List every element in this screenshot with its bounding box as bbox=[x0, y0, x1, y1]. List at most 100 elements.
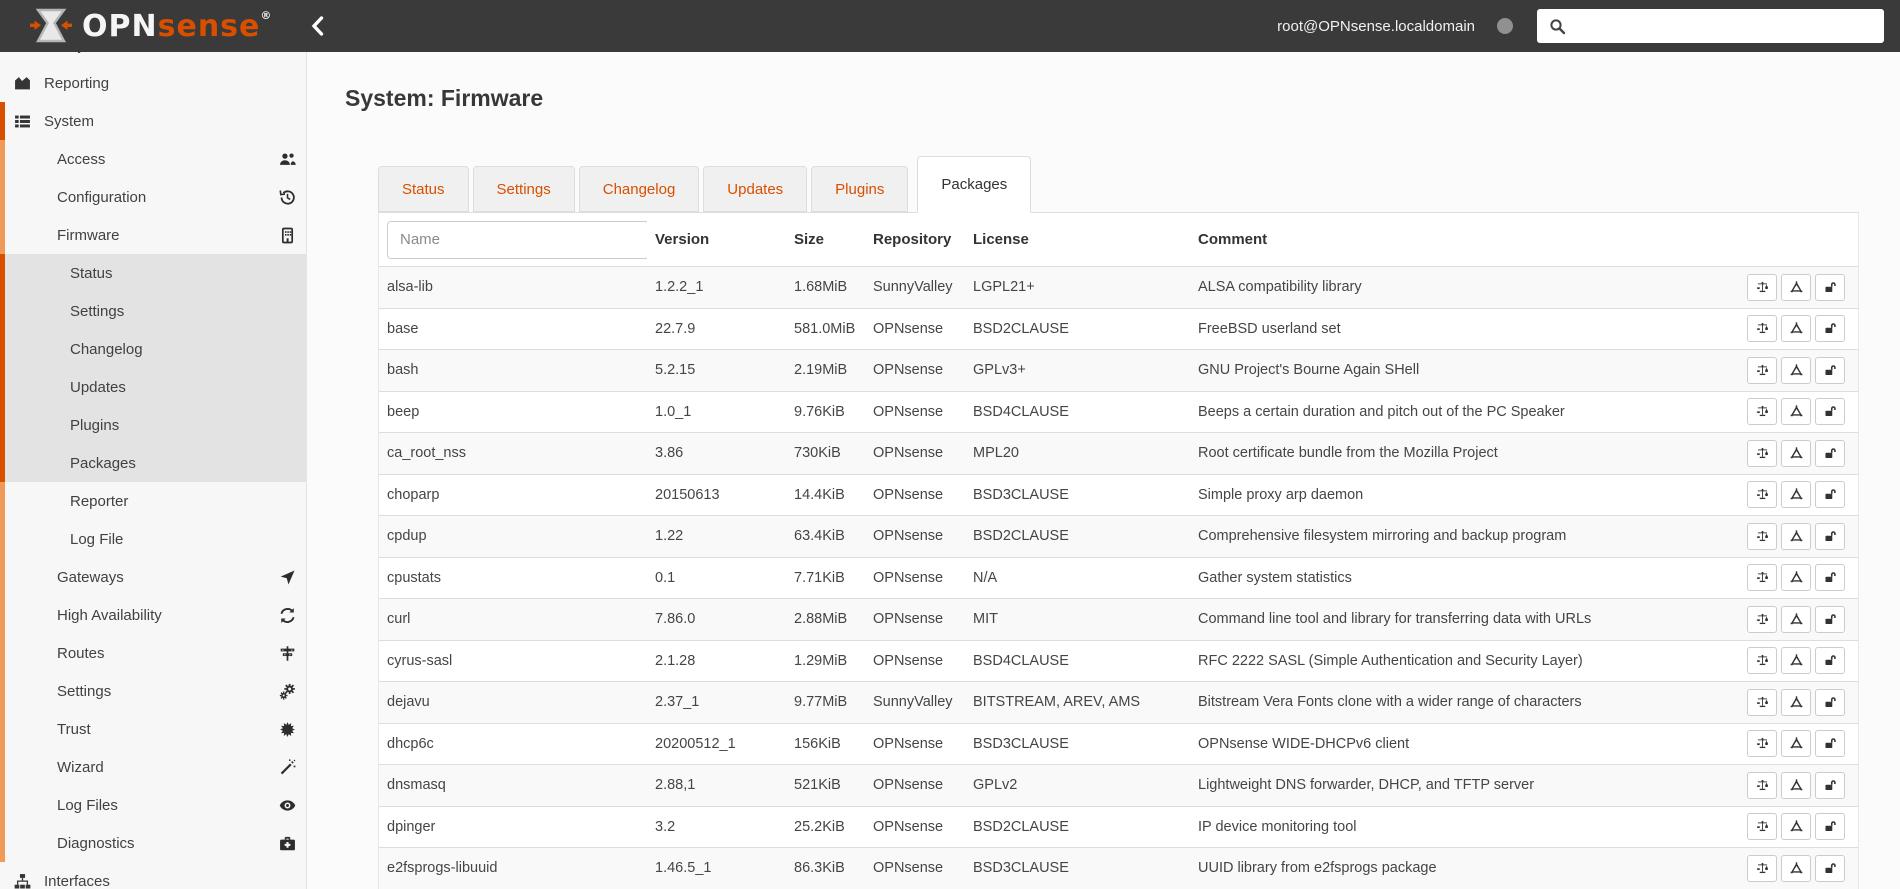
sidebar-collapse-chevron-icon[interactable] bbox=[310, 16, 324, 36]
license-button[interactable] bbox=[1747, 771, 1777, 799]
sidebar-item-settings[interactable]: Settings bbox=[0, 292, 306, 330]
lock-button[interactable] bbox=[1815, 356, 1845, 384]
license-button[interactable] bbox=[1747, 813, 1777, 841]
license-button[interactable] bbox=[1747, 315, 1777, 343]
cell-name: base bbox=[387, 320, 419, 337]
opnsense-logo[interactable]: OPNsense® bbox=[30, 8, 272, 44]
lock-button[interactable] bbox=[1815, 315, 1845, 343]
lock-button[interactable] bbox=[1815, 647, 1845, 675]
sidebar-item-configuration[interactable]: Configuration bbox=[0, 178, 306, 216]
reinstall-button[interactable] bbox=[1781, 439, 1811, 467]
reinstall-button[interactable] bbox=[1781, 854, 1811, 882]
lock-button[interactable] bbox=[1815, 439, 1845, 467]
reinstall-button[interactable] bbox=[1781, 273, 1811, 301]
license-button[interactable] bbox=[1747, 605, 1777, 633]
sidebar-item-diagnostics[interactable]: Diagnostics bbox=[0, 824, 306, 862]
lock-button[interactable] bbox=[1815, 813, 1845, 841]
lock-button[interactable] bbox=[1815, 398, 1845, 426]
tab-plugins[interactable]: Plugins bbox=[811, 166, 909, 212]
cell-repository: OPNsense bbox=[873, 569, 944, 586]
top-navbar: OPNsense® root@OPNsense.localdomain bbox=[0, 0, 1900, 52]
sidebar-item-log-files[interactable]: Log Files bbox=[0, 786, 306, 824]
sidebar-item-status[interactable]: Status bbox=[0, 254, 306, 292]
license-button[interactable] bbox=[1747, 398, 1777, 426]
tab-settings[interactable]: Settings bbox=[472, 166, 575, 212]
global-search-input[interactable] bbox=[1576, 9, 1884, 43]
certificate-icon bbox=[279, 721, 296, 738]
license-button[interactable] bbox=[1747, 854, 1777, 882]
logged-in-user[interactable]: root@OPNsense.localdomain bbox=[1277, 18, 1475, 35]
table-row: e2fsprogs-libuuid 1.46.5_1 86.3KiB OPNsense… bbox=[379, 847, 1858, 889]
license-button[interactable] bbox=[1747, 481, 1777, 509]
sidebar-item-lobby[interactable]: Lobby bbox=[0, 52, 306, 64]
cell-comment: Command line tool and library for transf… bbox=[1198, 611, 1592, 628]
recycle-icon bbox=[1790, 322, 1803, 335]
status-dot bbox=[1497, 18, 1513, 34]
license-button[interactable] bbox=[1747, 273, 1777, 301]
sidebar-item-updates[interactable]: Updates bbox=[0, 368, 306, 406]
package-name-filter-input[interactable] bbox=[387, 220, 647, 259]
tab-packages[interactable]: Packages bbox=[917, 156, 1032, 213]
reinstall-button[interactable] bbox=[1781, 315, 1811, 343]
reinstall-button[interactable] bbox=[1781, 398, 1811, 426]
tab-updates[interactable]: Updates bbox=[703, 166, 808, 212]
license-button[interactable] bbox=[1747, 356, 1777, 384]
lock-button[interactable] bbox=[1815, 730, 1845, 758]
balance-scale-icon bbox=[1756, 488, 1769, 501]
sidebar-item-label: Status bbox=[70, 264, 113, 282]
reinstall-button[interactable] bbox=[1781, 688, 1811, 716]
cell-comment: Lightweight DNS forwarder, DHCP, and TFT… bbox=[1198, 777, 1535, 794]
lock-button[interactable] bbox=[1815, 771, 1845, 799]
unlock-icon bbox=[1824, 737, 1837, 750]
tab-status[interactable]: Status bbox=[378, 166, 469, 212]
sidebar-item-firmware[interactable]: Firmware bbox=[0, 216, 306, 254]
lock-button[interactable] bbox=[1815, 564, 1845, 592]
sidebar-item-access[interactable]: Access bbox=[0, 140, 306, 178]
reinstall-button[interactable] bbox=[1781, 356, 1811, 384]
sidebar-item-high-availability[interactable]: High Availability bbox=[0, 596, 306, 634]
lock-button[interactable] bbox=[1815, 688, 1845, 716]
sidebar-item-reporting[interactable]: Reporting bbox=[0, 64, 306, 102]
sidebar-item-label: Diagnostics bbox=[57, 834, 135, 852]
license-button[interactable] bbox=[1747, 730, 1777, 758]
sidebar-item-settings[interactable]: Settings bbox=[0, 672, 306, 710]
sidebar-item-system[interactable]: System bbox=[0, 102, 306, 140]
sidebar-item-trust[interactable]: Trust bbox=[0, 710, 306, 748]
column-header-size: Size bbox=[794, 231, 825, 248]
license-button[interactable] bbox=[1747, 522, 1777, 550]
sidebar-item-wizard[interactable]: Wizard bbox=[0, 748, 306, 786]
license-button[interactable] bbox=[1747, 688, 1777, 716]
lock-button[interactable] bbox=[1815, 522, 1845, 550]
sidebar-item-gateways[interactable]: Gateways bbox=[0, 558, 306, 596]
reinstall-button[interactable] bbox=[1781, 647, 1811, 675]
license-button[interactable] bbox=[1747, 439, 1777, 467]
lock-button[interactable] bbox=[1815, 605, 1845, 633]
sidebar-item-packages[interactable]: Packages bbox=[0, 444, 306, 482]
reinstall-button[interactable] bbox=[1781, 522, 1811, 550]
tab-changelog[interactable]: Changelog bbox=[578, 166, 700, 212]
cell-repository: SunnyValley bbox=[873, 694, 953, 711]
sidebar-item-plugins[interactable]: Plugins bbox=[0, 406, 306, 444]
sidebar-item-log-file[interactable]: Log File bbox=[0, 520, 306, 558]
lock-button[interactable] bbox=[1815, 273, 1845, 301]
sidebar-item-interfaces[interactable]: Interfaces bbox=[0, 862, 306, 889]
license-button[interactable] bbox=[1747, 564, 1777, 592]
balance-scale-icon bbox=[1756, 530, 1769, 543]
sidebar-item-routes[interactable]: Routes bbox=[0, 634, 306, 672]
reinstall-button[interactable] bbox=[1781, 730, 1811, 758]
reinstall-button[interactable] bbox=[1781, 481, 1811, 509]
reinstall-button[interactable] bbox=[1781, 813, 1811, 841]
cell-repository: OPNsense bbox=[873, 486, 944, 503]
lock-button[interactable] bbox=[1815, 481, 1845, 509]
sidebar-item-label: Firmware bbox=[57, 226, 120, 244]
reinstall-button[interactable] bbox=[1781, 605, 1811, 633]
unlock-icon bbox=[1824, 613, 1837, 626]
sidebar-item-reporter[interactable]: Reporter bbox=[0, 482, 306, 520]
sidebar-item-changelog[interactable]: Changelog bbox=[0, 330, 306, 368]
balance-scale-icon bbox=[1756, 447, 1769, 460]
lock-button[interactable] bbox=[1815, 854, 1845, 882]
cell-repository: OPNsense bbox=[873, 362, 944, 379]
license-button[interactable] bbox=[1747, 647, 1777, 675]
reinstall-button[interactable] bbox=[1781, 564, 1811, 592]
reinstall-button[interactable] bbox=[1781, 771, 1811, 799]
